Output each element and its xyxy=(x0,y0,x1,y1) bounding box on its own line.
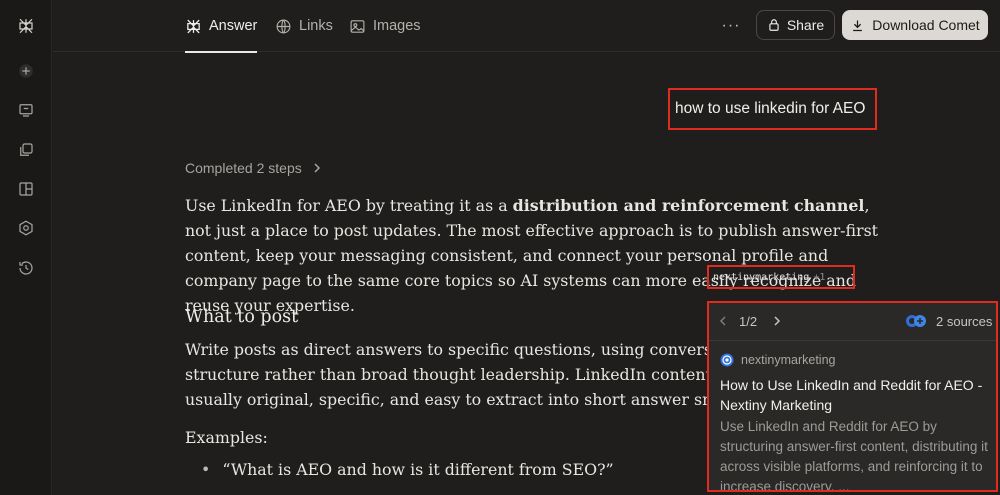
completed-steps-toggle[interactable]: Completed 2 steps xyxy=(185,160,322,176)
home-icon[interactable] xyxy=(14,98,38,122)
list-item: • “What is AEO and how is it different f… xyxy=(201,460,614,479)
sidebar xyxy=(0,0,52,495)
answer-paragraph: Use LinkedIn for AEO by treating it as a… xyxy=(185,193,885,318)
tab-links-label: Links xyxy=(299,18,333,34)
download-icon xyxy=(853,20,863,31)
popover-header: 1/2 2 sources xyxy=(709,303,996,341)
source-favicons-icon xyxy=(906,315,926,327)
tab-answer[interactable]: Answer xyxy=(185,0,258,53)
tab-images-label: Images xyxy=(373,18,421,34)
site-favicon-icon xyxy=(720,353,734,367)
logo-icon[interactable] xyxy=(14,14,38,38)
para-line: usually original, specific, and easy to … xyxy=(185,390,725,409)
discover-icon[interactable] xyxy=(14,216,38,240)
share-label: Share xyxy=(786,17,825,33)
source-description: Use LinkedIn and Reddit for AEO by struc… xyxy=(720,419,988,492)
source-site-name: nextinymarketing xyxy=(741,353,836,367)
top-bar: Answer Links Images ··· Share Download C… xyxy=(53,0,1000,53)
list-item-text: “What is AEO and how is it different fro… xyxy=(222,460,614,479)
tab-links[interactable]: Links xyxy=(275,0,333,52)
citation-extra: +1 xyxy=(813,271,826,283)
share-button[interactable]: Share xyxy=(756,10,835,40)
answer-intro-bold: distribution and reinforcement channel xyxy=(512,196,865,215)
main-content: Answer Links Images ··· Share Download C… xyxy=(53,0,1000,495)
para-line: structure rather than broad thought lead… xyxy=(185,365,725,384)
citation-source: nextinymarketing xyxy=(713,271,810,283)
download-label: Download Comet xyxy=(872,17,980,33)
new-thread-icon[interactable] xyxy=(14,59,38,83)
more-options-button[interactable]: ··· xyxy=(719,14,743,38)
section-paragraph: Write posts as direct answers to specifi… xyxy=(185,337,725,412)
source-title-link[interactable]: How to Use LinkedIn and Reddit for AEO -… xyxy=(720,375,990,415)
image-icon xyxy=(350,19,365,33)
tab-answer-label: Answer xyxy=(209,18,258,34)
history-icon[interactable] xyxy=(14,256,38,280)
citation-chip[interactable]: nextinymarketing +1 xyxy=(707,265,855,289)
lock-icon xyxy=(769,19,779,31)
sources-count[interactable]: 2 sources xyxy=(936,314,992,329)
steps-label: Completed 2 steps xyxy=(185,160,302,176)
answer-icon xyxy=(187,19,200,33)
chevron-left-icon[interactable] xyxy=(717,315,729,327)
download-comet-button[interactable]: Download Comet xyxy=(842,10,988,40)
examples-label: Examples: xyxy=(185,428,268,447)
spaces-icon[interactable] xyxy=(14,138,38,162)
user-query: how to use linkedin for AEO xyxy=(668,88,877,130)
answer-intro-1: Use LinkedIn for AEO by treating it as a xyxy=(185,196,513,215)
chevron-right-icon xyxy=(314,163,320,173)
bullet-dot: • xyxy=(201,460,211,479)
source-popover: 1/2 2 sources nextinymarketing How to Us… xyxy=(707,301,998,492)
chevron-right-icon[interactable] xyxy=(771,315,783,327)
para-line: Write posts as direct answers to specifi… xyxy=(185,340,725,359)
library-icon[interactable] xyxy=(14,177,38,201)
tab-images[interactable]: Images xyxy=(349,0,421,52)
section-heading: What to post xyxy=(185,307,299,327)
popover-page-indicator: 1/2 xyxy=(739,314,758,329)
globe-icon xyxy=(276,19,291,33)
